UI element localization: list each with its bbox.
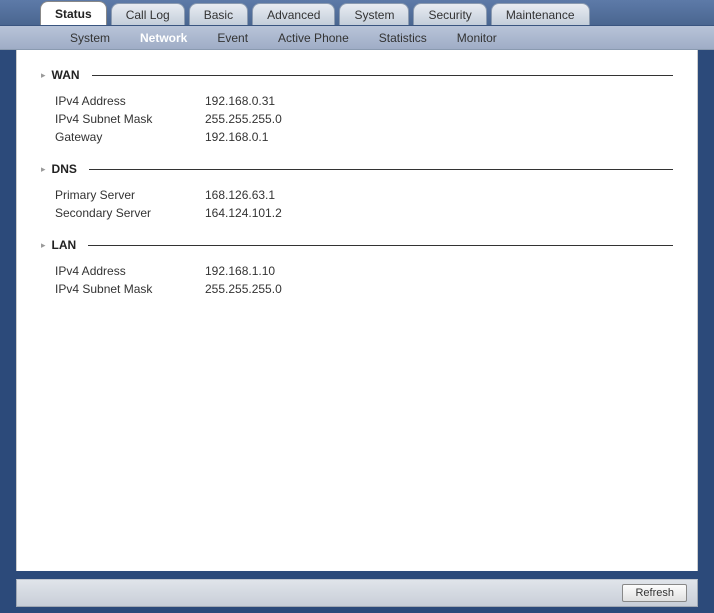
field-value: 164.124.101.2 bbox=[205, 206, 673, 220]
content-area: ▸ WAN IPv4 Address 192.168.0.31 IPv4 Sub… bbox=[16, 50, 698, 571]
sub-tab-bar: System Network Event Active Phone Statis… bbox=[0, 26, 714, 50]
subtab-active-phone[interactable]: Active Phone bbox=[263, 31, 364, 45]
field-label: IPv4 Address bbox=[55, 94, 205, 108]
field-label: IPv4 Address bbox=[55, 264, 205, 278]
field-value: 192.168.0.1 bbox=[205, 130, 673, 144]
table-row: IPv4 Address 192.168.1.10 bbox=[41, 262, 673, 280]
field-value: 255.255.255.0 bbox=[205, 282, 673, 296]
section-lan: ▸ LAN IPv4 Address 192.168.1.10 IPv4 Sub… bbox=[41, 238, 673, 298]
app-frame: Status Call Log Basic Advanced System Se… bbox=[0, 0, 714, 613]
field-value: 255.255.255.0 bbox=[205, 112, 673, 126]
subtab-statistics[interactable]: Statistics bbox=[364, 31, 442, 45]
subtab-system[interactable]: System bbox=[55, 31, 125, 45]
section-title: DNS bbox=[52, 162, 77, 176]
table-row: IPv4 Subnet Mask 255.255.255.0 bbox=[41, 280, 673, 298]
field-value: 168.126.63.1 bbox=[205, 188, 673, 202]
table-row: Secondary Server 164.124.101.2 bbox=[41, 204, 673, 222]
section-rule bbox=[89, 169, 673, 170]
tab-maintenance[interactable]: Maintenance bbox=[491, 3, 590, 25]
section-header-wan: ▸ WAN bbox=[41, 68, 673, 82]
subtab-monitor[interactable]: Monitor bbox=[442, 31, 512, 45]
field-value: 192.168.1.10 bbox=[205, 264, 673, 278]
tab-system[interactable]: System bbox=[339, 3, 409, 25]
section-rule bbox=[88, 245, 673, 246]
expand-arrow-icon: ▸ bbox=[41, 240, 46, 251]
field-label: Gateway bbox=[55, 130, 205, 144]
field-label: IPv4 Subnet Mask bbox=[55, 282, 205, 296]
section-dns: ▸ DNS Primary Server 168.126.63.1 Second… bbox=[41, 162, 673, 222]
field-label: Secondary Server bbox=[55, 206, 205, 220]
expand-arrow-icon: ▸ bbox=[41, 70, 46, 81]
table-row: IPv4 Address 192.168.0.31 bbox=[41, 92, 673, 110]
section-header-lan: ▸ LAN bbox=[41, 238, 673, 252]
field-label: Primary Server bbox=[55, 188, 205, 202]
tab-basic[interactable]: Basic bbox=[189, 3, 248, 25]
field-value: 192.168.0.31 bbox=[205, 94, 673, 108]
tab-advanced[interactable]: Advanced bbox=[252, 3, 335, 25]
section-rule bbox=[92, 75, 673, 76]
tab-status[interactable]: Status bbox=[40, 1, 107, 25]
table-row: Primary Server 168.126.63.1 bbox=[41, 186, 673, 204]
section-wan: ▸ WAN IPv4 Address 192.168.0.31 IPv4 Sub… bbox=[41, 68, 673, 146]
section-header-dns: ▸ DNS bbox=[41, 162, 673, 176]
table-row: Gateway 192.168.0.1 bbox=[41, 128, 673, 146]
footer-bar: Refresh bbox=[16, 579, 698, 607]
subtab-network[interactable]: Network bbox=[125, 31, 202, 45]
expand-arrow-icon: ▸ bbox=[41, 164, 46, 175]
tab-security[interactable]: Security bbox=[413, 3, 486, 25]
section-title: WAN bbox=[52, 68, 80, 82]
primary-tab-bar: Status Call Log Basic Advanced System Se… bbox=[0, 0, 714, 26]
refresh-button[interactable]: Refresh bbox=[622, 584, 687, 602]
subtab-event[interactable]: Event bbox=[202, 31, 263, 45]
section-title: LAN bbox=[52, 238, 77, 252]
tab-call-log[interactable]: Call Log bbox=[111, 3, 185, 25]
field-label: IPv4 Subnet Mask bbox=[55, 112, 205, 126]
table-row: IPv4 Subnet Mask 255.255.255.0 bbox=[41, 110, 673, 128]
